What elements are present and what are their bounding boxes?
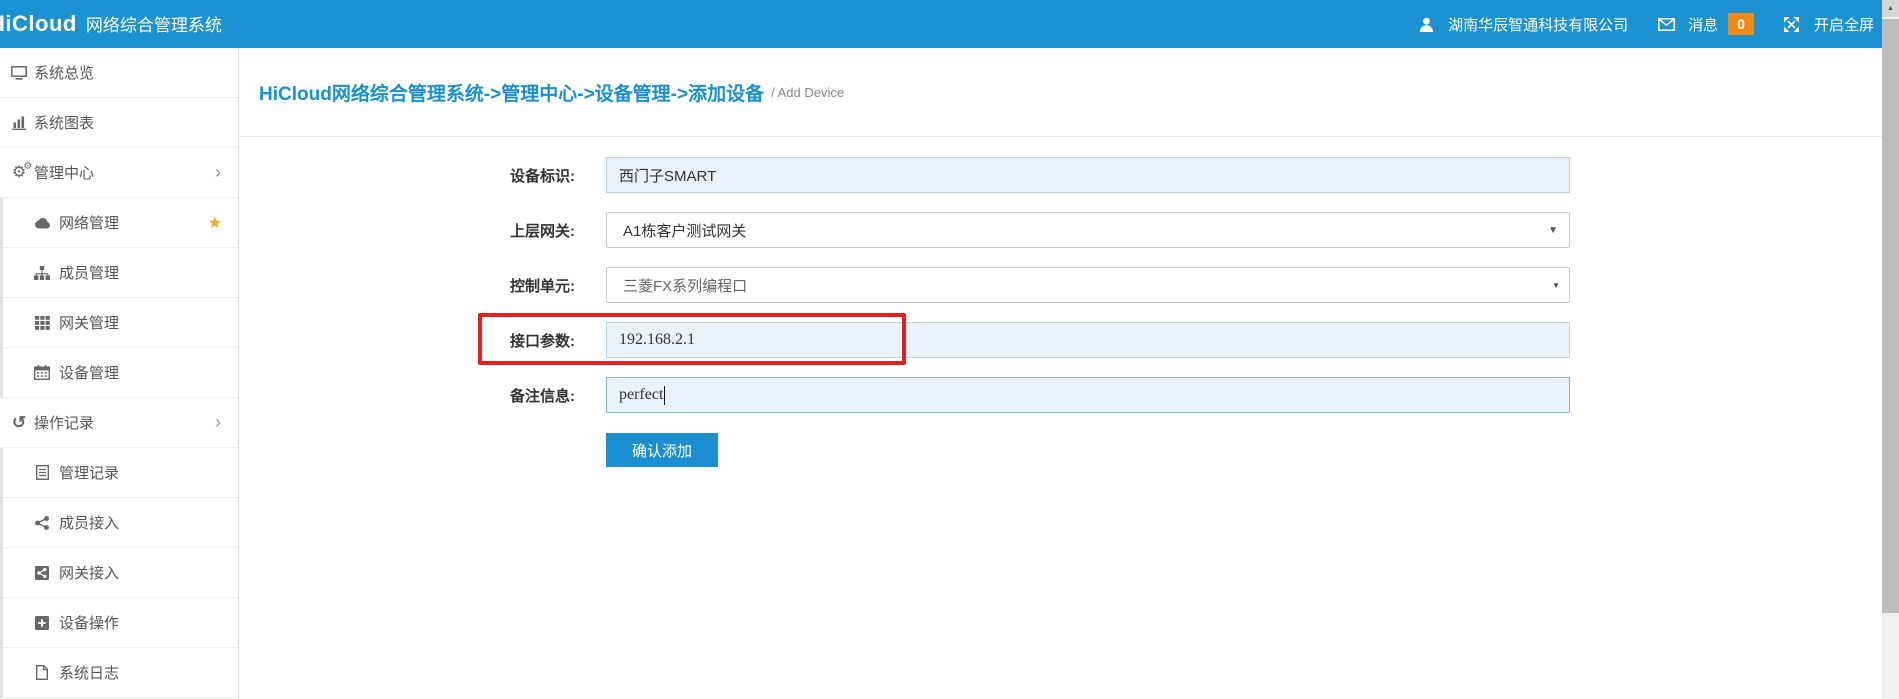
control-unit-select[interactable]: 三菱FX系列编程口 ▼: [606, 267, 1570, 303]
sitemap-icon: [31, 266, 53, 280]
interface-params-label: 接口参数:: [239, 330, 575, 351]
company-name: 湖南华辰智通科技有限公司: [1448, 14, 1628, 35]
sidebar-item-gateway-management[interactable]: 网关管理: [3, 298, 238, 348]
device-id-value: 西门子SMART: [619, 165, 716, 186]
calendar-icon: [31, 365, 53, 380]
sidebar-item-label: 网关接入: [59, 562, 119, 583]
chevron-right-icon: ›: [215, 162, 221, 183]
sidebar-item-system-logs[interactable]: 系统日志: [3, 648, 238, 698]
sidebar-item-label: 系统日志: [59, 662, 119, 683]
form-row-control-unit: 控制单元: 三菱FX系列编程口 ▼: [239, 267, 1882, 303]
form-row-remarks: 备注信息: perfect: [239, 377, 1882, 413]
interface-params-value: 192.168.2.1: [619, 331, 695, 349]
remarks-label: 备注信息:: [239, 385, 575, 406]
sidebar-item-member-management[interactable]: 成员管理: [3, 248, 238, 298]
app-logo: HiCloud 网络综合管理系统: [0, 11, 222, 37]
operation-records-submenu: 管理记录 成员接入 网关接入 设备操作 系统日志: [0, 448, 238, 698]
bar-chart-icon: [8, 116, 30, 130]
form-row-device-id: 设备标识: 西门子SMART: [239, 157, 1882, 193]
sidebar-item-label: 设备操作: [59, 612, 119, 633]
sidebar-item-label: 网络管理: [59, 212, 119, 233]
sidebar-item-device-management[interactable]: 设备管理: [3, 348, 238, 398]
device-id-label: 设备标识:: [239, 165, 575, 186]
upper-gateway-select[interactable]: A1栋客户测试网关 ▼: [606, 212, 1570, 248]
gears-icon: ⚙⚙: [8, 165, 30, 181]
breadcrumb-bar: HiCloud网络综合管理系统->管理中心->设备管理->添加设备 / Add …: [240, 48, 1882, 137]
upper-gateway-label: 上层网关:: [239, 220, 575, 241]
logo-subtitle: 网络综合管理系统: [86, 11, 222, 36]
caret-down-icon: ▼: [1552, 281, 1560, 290]
sidebar-item-gateway-access[interactable]: 网关接入: [3, 548, 238, 598]
scrollbar[interactable]: ▲: [1882, 0, 1899, 699]
fullscreen-toggle[interactable]: 开启全屏: [1781, 14, 1874, 35]
sidebar-item-label: 管理中心: [34, 162, 94, 183]
history-icon: ↺: [8, 414, 30, 431]
scrollbar-thumb[interactable]: [1882, 19, 1899, 613]
messages-count-badge: 0: [1728, 13, 1754, 35]
sidebar-item-label: 系统图表: [34, 112, 94, 133]
confirm-add-button[interactable]: 确认添加: [606, 433, 718, 467]
add-device-form: 设备标识: 西门子SMART 上层网关: A1栋客户测试网关 ▼ 控制单元: 三…: [239, 137, 1882, 467]
scroll-up-icon: ▲: [1887, 5, 1894, 12]
device-id-input[interactable]: 西门子SMART: [606, 157, 1570, 193]
management-center-submenu: 网络管理 ★ 成员管理 网关管理 设备管理: [0, 198, 238, 398]
sidebar-item-member-access[interactable]: 成员接入: [3, 498, 238, 548]
logo-text: HiCloud: [0, 11, 77, 37]
sidebar-item-label: 成员接入: [59, 512, 119, 533]
fullscreen-label: 开启全屏: [1814, 14, 1874, 35]
person-icon: [1415, 17, 1437, 32]
messages-label: 消息: [1688, 14, 1718, 35]
sidebar-nav: 系统总览 系统图表 ⚙⚙ 管理中心 › 网络管理 ★ 成员管理: [0, 48, 239, 699]
sidebar-item-label: 管理记录: [59, 462, 119, 483]
sidebar-item-network-management[interactable]: 网络管理 ★: [3, 198, 238, 248]
plus-square-icon: [31, 616, 53, 630]
chevron-right-icon: ›: [215, 412, 221, 433]
sidebar-item-system-charts[interactable]: 系统图表: [0, 98, 238, 148]
sidebar-item-device-operations[interactable]: 设备操作: [3, 598, 238, 648]
star-icon: ★: [208, 213, 222, 233]
caret-down-icon: ▼: [1548, 225, 1558, 236]
share-icon: [31, 516, 53, 530]
file-icon: [31, 665, 53, 680]
grid-icon: [31, 316, 53, 330]
sidebar-item-management-records[interactable]: 管理记录: [3, 448, 238, 498]
remarks-value: perfect: [619, 386, 663, 404]
file-text-icon: [31, 465, 53, 480]
upper-gateway-value: A1栋客户测试网关: [623, 220, 746, 241]
remarks-input[interactable]: perfect: [606, 377, 1570, 413]
sidebar-item-label: 操作记录: [34, 412, 94, 433]
form-row-upper-gateway: 上层网关: A1栋客户测试网关 ▼: [239, 212, 1882, 248]
sidebar-item-system-overview[interactable]: 系统总览: [0, 48, 238, 98]
sidebar-item-management-center[interactable]: ⚙⚙ 管理中心 ›: [0, 148, 238, 198]
monitor-icon: [8, 66, 30, 80]
sidebar-item-label: 设备管理: [59, 362, 119, 383]
cloud-icon: [31, 217, 53, 229]
interface-params-input[interactable]: 192.168.2.1: [606, 322, 1570, 358]
sidebar-item-label: 网关管理: [59, 312, 119, 333]
top-bar: HiCloud 网络综合管理系统 湖南华辰智通科技有限公司 消息 0 开启全屏: [0, 0, 1882, 48]
breadcrumb: HiCloud网络综合管理系统->管理中心->设备管理->添加设备: [259, 79, 764, 106]
control-unit-value: 三菱FX系列编程口: [623, 275, 747, 296]
sidebar-item-label: 成员管理: [59, 262, 119, 283]
scroll-up-button[interactable]: ▲: [1882, 0, 1899, 17]
fullscreen-icon: [1781, 17, 1803, 32]
messages-menu[interactable]: 消息 0: [1655, 13, 1754, 35]
company-account[interactable]: 湖南华辰智通科技有限公司: [1415, 14, 1628, 35]
text-cursor: [664, 386, 665, 405]
control-unit-label: 控制单元:: [239, 275, 575, 296]
share-square-icon: [31, 566, 53, 580]
breadcrumb-suffix: / Add Device: [771, 85, 844, 100]
form-row-interface-params: 接口参数: 192.168.2.1: [239, 322, 1882, 358]
sidebar-item-operation-records[interactable]: ↺ 操作记录 ›: [0, 398, 238, 448]
envelope-icon: [1655, 18, 1677, 31]
sidebar-item-label: 系统总览: [34, 62, 94, 83]
